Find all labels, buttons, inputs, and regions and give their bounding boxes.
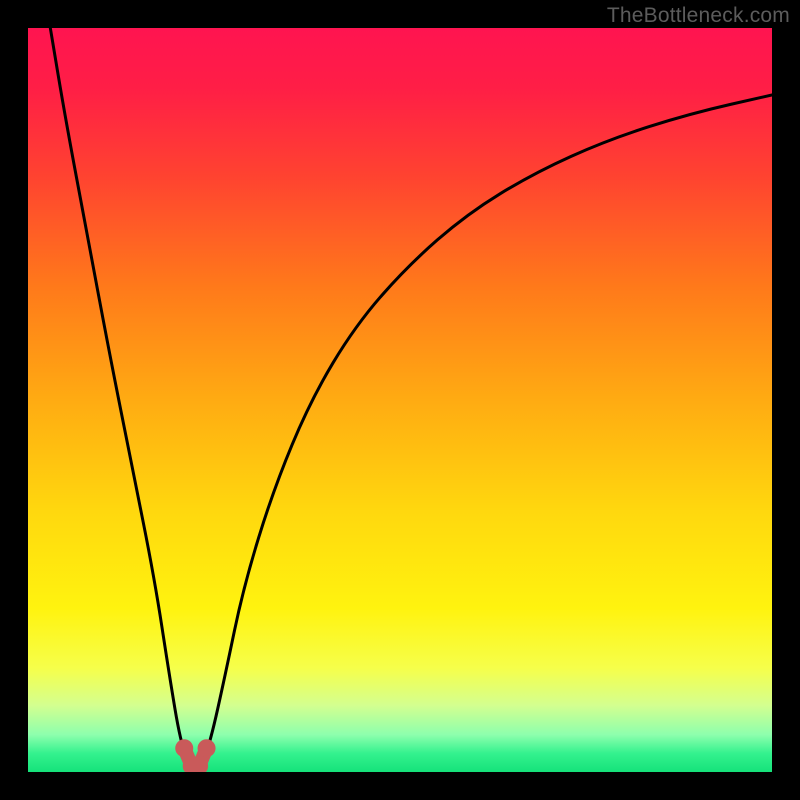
- gradient-background: [28, 28, 772, 772]
- marker-dot: [198, 739, 216, 757]
- chart-svg: [28, 28, 772, 772]
- watermark-text: TheBottleneck.com: [607, 4, 790, 28]
- marker-dot: [175, 739, 193, 757]
- chart-frame: TheBottleneck.com: [0, 0, 800, 800]
- plot-area: [28, 28, 772, 772]
